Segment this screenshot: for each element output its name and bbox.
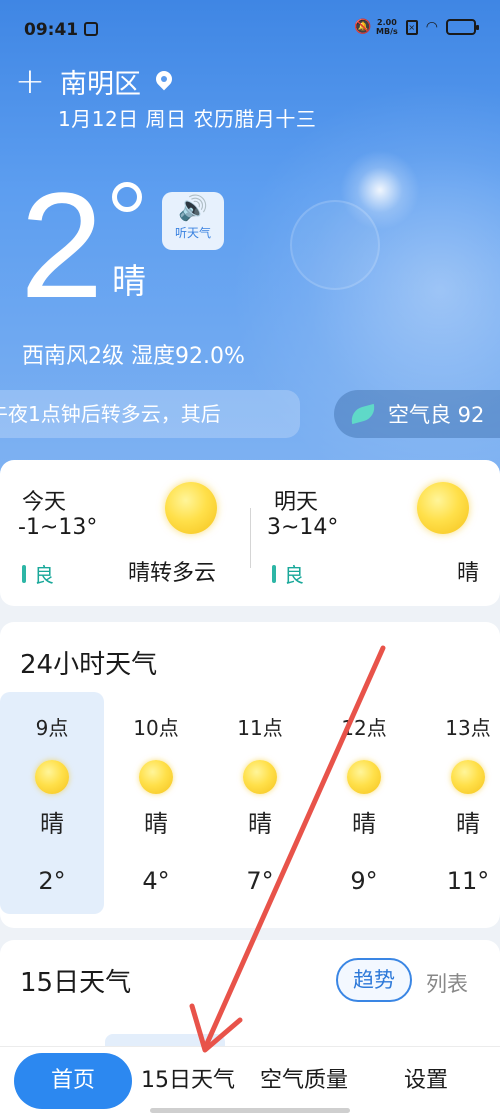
hour-temperature: 7° xyxy=(246,867,274,895)
day-range: 3~14° xyxy=(267,515,339,540)
date-line: 1月12日 周日 农历腊月十三 xyxy=(58,107,317,131)
day-description: 晴 xyxy=(457,561,480,586)
status-time: 09:41 xyxy=(24,20,79,40)
day-description: 晴转多云 xyxy=(128,561,217,586)
sun-flare xyxy=(340,150,420,230)
sun-icon xyxy=(347,760,381,794)
hour-item[interactable]: 11点 晴 7° xyxy=(208,692,312,914)
location-row: + 南明区 xyxy=(12,62,173,101)
hour-item[interactable]: 9点 晴 2° xyxy=(0,692,104,914)
hour-condition: 晴 xyxy=(144,810,168,838)
home-indicator[interactable] xyxy=(150,1108,350,1113)
air-quality-bar xyxy=(22,564,26,583)
aqi-text: 空气良 92 xyxy=(388,403,485,427)
hour-condition: 晴 xyxy=(352,810,376,838)
hour-temperature: 11° xyxy=(446,867,490,895)
hour-time: 11点 xyxy=(237,716,283,740)
location-pin-icon xyxy=(155,71,173,93)
hour-temperature: 2° xyxy=(38,867,66,895)
hourly-title: 24小时天气 xyxy=(20,650,158,680)
hour-temperature: 4° xyxy=(142,867,170,895)
sun-icon xyxy=(417,482,469,534)
status-icons: 🔕 2.00 MB/s × ◠ xyxy=(354,18,479,36)
tomorrow-forecast[interactable]: 明天 3~14° 良 晴 xyxy=(250,460,500,606)
air-quality-button[interactable]: 空气良 92 xyxy=(334,390,500,438)
current-temperature: 2 xyxy=(20,161,104,329)
bottom-nav: 首页 15日天气 空气质量 设置 xyxy=(0,1046,500,1115)
hour-time: 13点 xyxy=(445,716,491,740)
day-name: 今天 xyxy=(22,490,67,515)
listen-weather-label: 听天气 xyxy=(174,226,211,240)
ticker-text: 午夜1点钟后转多云，其后 xyxy=(0,402,221,426)
hour-item[interactable]: 10点 晴 4° xyxy=(104,692,208,914)
air-quality-label: 良 xyxy=(284,563,304,587)
nav-air-quality[interactable]: 空气质量 xyxy=(260,1053,348,1109)
hour-condition: 晴 xyxy=(456,810,480,838)
sun-icon xyxy=(139,760,173,794)
nav-home[interactable]: 首页 xyxy=(14,1053,132,1109)
notification-icon xyxy=(84,22,98,36)
hourly-card: 24小时天气 9点 晴 2° 10点 晴 4° 11点 晴 7° 12点 晴 9… xyxy=(0,622,500,928)
status-bar: 09:41 🔕 2.00 MB/s × ◠ xyxy=(0,0,500,58)
sun-icon xyxy=(35,760,69,794)
listen-weather-button[interactable]: 🔊 听天气 xyxy=(162,192,224,250)
speed-unit: MB/s xyxy=(376,27,398,36)
mute-icon: 🔕 xyxy=(354,19,372,35)
no-sim-icon: × xyxy=(405,19,418,35)
air-quality-label: 良 xyxy=(34,563,54,587)
hour-condition: 晴 xyxy=(40,810,64,838)
hour-time: 10点 xyxy=(133,716,179,740)
nav-fifteen-day[interactable]: 15日天气 xyxy=(141,1053,235,1109)
sun-icon xyxy=(165,482,217,534)
battery-icon xyxy=(446,19,479,35)
tab-list[interactable]: 列表 xyxy=(426,968,468,998)
add-city-icon[interactable]: + xyxy=(12,63,48,100)
two-day-card[interactable]: 今天 -1~13° 良 晴转多云 明天 3~14° 良 晴 xyxy=(0,460,500,606)
today-forecast[interactable]: 今天 -1~13° 良 晴转多云 xyxy=(0,460,250,606)
tab-trend[interactable]: 趋势 xyxy=(336,958,412,1002)
air-quality-tag: 良 xyxy=(272,559,304,588)
wind-humidity: 西南风2级 湿度92.0% xyxy=(22,344,245,369)
air-quality-tag: 良 xyxy=(22,559,54,588)
sun-icon xyxy=(451,760,485,794)
hour-time: 9点 xyxy=(35,716,69,740)
sun-icon xyxy=(243,760,277,794)
wifi-icon: ◠ xyxy=(425,19,438,35)
current-condition: 晴 xyxy=(112,262,146,302)
forecast-ticker[interactable]: 午夜1点钟后转多云，其后 xyxy=(0,390,300,438)
hour-condition: 晴 xyxy=(248,810,272,838)
degree-symbol xyxy=(112,182,142,212)
speed-value: 2.00 xyxy=(377,18,397,27)
hour-item[interactable]: 13点 晴 11° xyxy=(416,692,500,914)
fifteen-day-title: 15日天气 xyxy=(20,968,132,998)
hour-item[interactable]: 12点 晴 9° xyxy=(312,692,416,914)
city-name[interactable]: 南明区 xyxy=(60,62,141,101)
day-range: -1~13° xyxy=(18,515,98,540)
hour-temperature: 9° xyxy=(350,867,378,895)
hour-time: 12点 xyxy=(341,716,387,740)
day-name: 明天 xyxy=(274,490,319,515)
weather-hero: 09:41 🔕 2.00 MB/s × ◠ + 南明区 1月12日 周日 农历腊… xyxy=(0,0,500,480)
network-speed: 2.00 MB/s xyxy=(376,18,398,36)
nav-settings[interactable]: 设置 xyxy=(404,1053,448,1109)
air-quality-bar xyxy=(272,564,276,583)
speaker-icon: 🔊 xyxy=(178,194,208,222)
leaf-icon xyxy=(348,403,378,425)
